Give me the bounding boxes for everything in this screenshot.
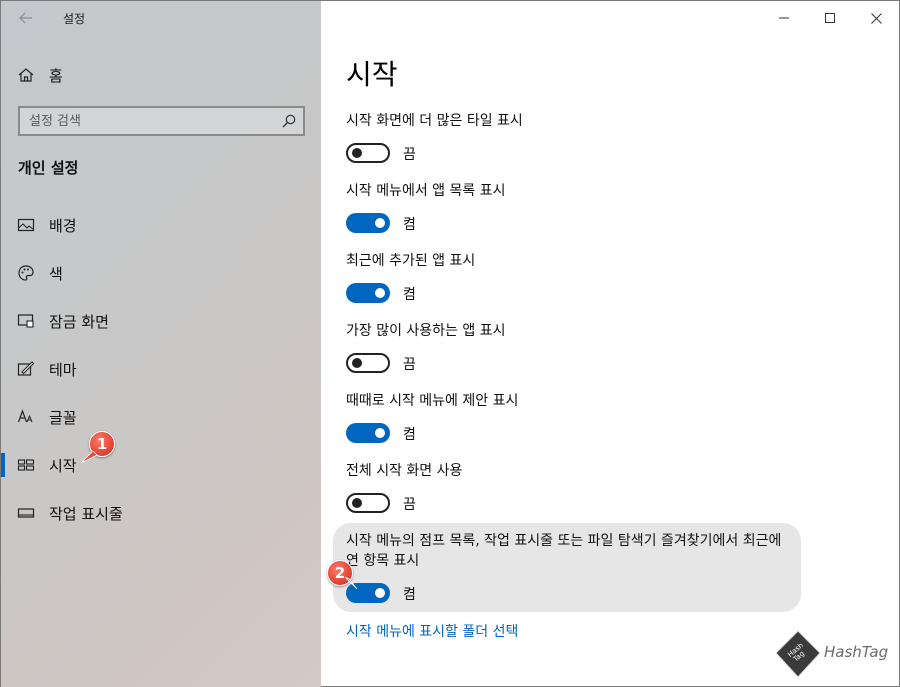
sidebar-item-label: 잠금 화면 — [49, 313, 109, 331]
sidebar-item-label: 시작 — [49, 457, 77, 475]
minimize-icon — [779, 17, 789, 19]
sidebar-item-theme[interactable]: 테마 — [1, 349, 321, 389]
setting-full-screen: 전체 시작 화면 사용 끔 — [346, 461, 806, 517]
setting-suggestions: 때때로 시작 메뉴에 제안 표시 켬 — [346, 391, 806, 447]
toggle-state: 끔 — [403, 147, 416, 163]
back-button[interactable] — [15, 7, 37, 29]
toggle-row: 켬 — [346, 281, 806, 307]
setting-label: 시작 화면에 더 많은 타일 표시 — [346, 113, 523, 129]
home-icon — [18, 68, 34, 82]
hashtag-logo-icon: Hash Tag — [775, 630, 821, 678]
home-label: 홈 — [49, 67, 63, 85]
toggle-switch[interactable] — [346, 353, 390, 373]
setting-more-tiles: 시작 화면에 더 많은 타일 표시 끔 — [346, 111, 806, 167]
toggle-switch[interactable] — [346, 493, 390, 513]
main-panel: 시작 시작 화면에 더 많은 타일 표시 끔 시작 메뉴에서 앱 목록 표시 켬… — [321, 1, 899, 686]
toggle-row: 끔 — [346, 351, 806, 377]
lock-screen-icon — [17, 314, 34, 328]
watermark: Hash Tag HashTag — [774, 629, 894, 679]
sidebar-item-label: 배경 — [49, 217, 77, 235]
annotation-pointer-icon — [345, 577, 358, 590]
setting-recent-items: 시작 메뉴의 점프 목록, 작업 표시줄 또는 파일 탐색기 즐겨찾기에서 최근… — [346, 531, 796, 607]
setting-label: 때때로 시작 메뉴에 제안 표시 — [346, 393, 519, 409]
setting-label: 가장 많이 사용하는 앱 표시 — [346, 323, 506, 339]
choose-folders-link[interactable]: 시작 메뉴에 표시할 폴더 선택 — [346, 621, 518, 641]
sidebar-item-start[interactable]: 시작 — [1, 445, 321, 485]
toggle-knob — [375, 588, 385, 598]
search-box[interactable] — [18, 106, 305, 136]
sidebar-item-lock-screen[interactable]: 잠금 화면 — [1, 301, 321, 341]
sidebar-item-label: 색 — [49, 265, 63, 283]
toggle-knob — [375, 428, 385, 438]
sidebar-item-background[interactable]: 배경 — [1, 205, 321, 245]
setting-label: 시작 메뉴에서 앱 목록 표시 — [346, 183, 506, 199]
sidebar-item-label: 테마 — [49, 361, 77, 379]
palette-icon — [18, 265, 34, 281]
toggle-switch[interactable] — [346, 423, 390, 443]
toggle-row: 켬 — [346, 421, 806, 447]
toggle-knob — [352, 358, 362, 368]
toggle-state: 켬 — [403, 587, 416, 603]
toggle-knob — [352, 148, 362, 158]
titlebar-left: 설정 — [1, 1, 321, 35]
sidebar-item-label: 글꼴 — [49, 409, 77, 427]
sidebar-item-taskbar[interactable]: 작업 표시줄 — [1, 493, 321, 533]
toggle-knob — [352, 498, 362, 508]
toggle-switch[interactable] — [346, 143, 390, 163]
annotation-pointer-icon — [81, 451, 98, 464]
app-title: 설정 — [63, 12, 86, 26]
font-icon — [17, 409, 33, 423]
toggle-switch[interactable] — [346, 283, 390, 303]
toggle-state: 켬 — [403, 217, 416, 233]
setting-label: 전체 시작 화면 사용 — [346, 463, 463, 479]
setting-recently-added: 최근에 추가된 앱 표시 켬 — [346, 251, 806, 307]
toggle-switch[interactable] — [346, 213, 390, 233]
sidebar: 설정 홈 개인 설정 배경 색 — [1, 1, 321, 687]
theme-icon — [17, 361, 35, 376]
toggle-row: 켬 — [346, 211, 806, 237]
page-title: 시작 — [346, 58, 398, 91]
search-input[interactable] — [20, 108, 270, 134]
toggle-knob — [375, 218, 385, 228]
setting-label: 시작 메뉴의 점프 목록, 작업 표시줄 또는 파일 탐색기 즐겨찾기에서 최근… — [346, 533, 782, 569]
maximize-icon — [825, 13, 835, 23]
minimize-button[interactable] — [761, 1, 807, 35]
back-arrow-icon — [19, 12, 32, 24]
taskbar-icon — [17, 508, 35, 518]
window-controls — [761, 1, 899, 35]
close-button[interactable] — [853, 1, 899, 35]
close-icon — [870, 12, 882, 24]
picture-icon — [17, 218, 35, 232]
toggle-state: 켬 — [403, 427, 416, 443]
setting-app-list: 시작 메뉴에서 앱 목록 표시 켬 — [346, 181, 806, 237]
sidebar-item-label: 작업 표시줄 — [49, 505, 123, 523]
home-nav-item[interactable]: 홈 — [1, 57, 321, 93]
sidebar-item-color[interactable]: 색 — [1, 253, 321, 293]
toggle-row: 켬 — [346, 581, 796, 607]
maximize-button[interactable] — [807, 1, 853, 35]
toggle-row: 끔 — [346, 141, 806, 167]
start-icon — [17, 459, 35, 471]
setting-most-used: 가장 많이 사용하는 앱 표시 끔 — [346, 321, 806, 377]
watermark-text: HashTag — [824, 643, 889, 661]
toggle-state: 켬 — [403, 287, 416, 303]
toggle-state: 끔 — [403, 357, 416, 373]
toggle-row: 끔 — [346, 491, 806, 517]
toggle-state: 끔 — [403, 497, 416, 513]
search-icon[interactable] — [281, 113, 297, 129]
sidebar-item-font[interactable]: 글꼴 — [1, 397, 321, 437]
section-title: 개인 설정 — [18, 159, 79, 177]
setting-label: 최근에 추가된 앱 표시 — [346, 253, 476, 269]
active-indicator — [1, 453, 5, 477]
toggle-knob — [375, 288, 385, 298]
